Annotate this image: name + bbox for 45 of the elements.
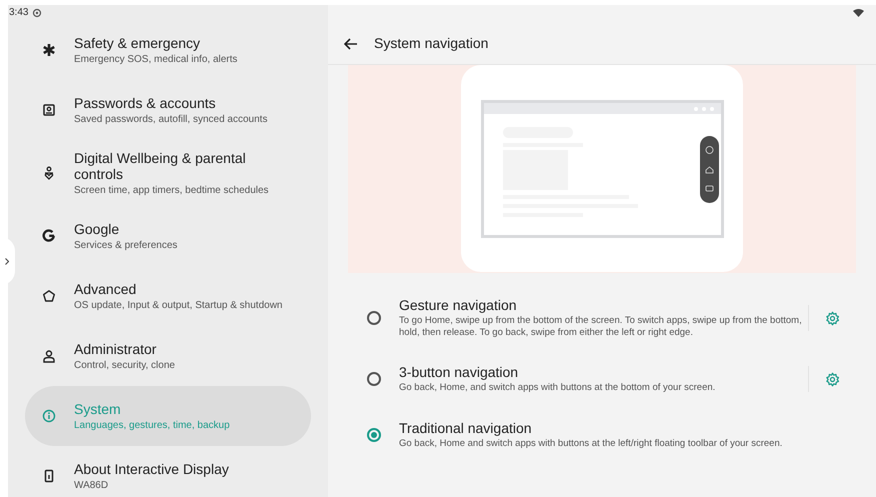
item-title: Administrator xyxy=(74,340,158,356)
option-description: Go back, Home and switch apps with buttons at the left/right floating toolbar of your screen. xyxy=(399,438,784,450)
g-letter-icon xyxy=(42,229,56,243)
wifi-icon xyxy=(853,9,864,17)
account-card-icon xyxy=(42,103,56,117)
item-title: Digital Wellbeing & parental controls xyxy=(74,150,247,182)
item-subtitle: WA86D xyxy=(74,478,110,492)
sidebar-item[interactable]: Advanced OS update, Input & output, Startup & shutdown xyxy=(25,266,311,326)
item-title: Safety & emergency xyxy=(74,34,202,50)
back-arrow-icon[interactable] xyxy=(344,38,358,50)
item-title: Google xyxy=(74,220,120,236)
option-title: Traditional navigation xyxy=(399,420,533,436)
item-subtitle: Emergency SOS, medical info, alerts xyxy=(74,52,238,66)
sidebar-item[interactable]: Digital Wellbeing & parental controls Screen time, app timers, bedtime schedules xyxy=(25,140,311,206)
item-subtitle: Services & preferences xyxy=(74,238,178,252)
item-subtitle: OS update, Input & output, Startup & shutdown xyxy=(74,298,284,312)
page-title: System navigation xyxy=(374,34,488,53)
radio-button[interactable] xyxy=(367,372,381,386)
item-subtitle: Control, security, clone xyxy=(74,358,176,372)
chevron-right-icon xyxy=(5,258,9,264)
item-title: System xyxy=(74,400,122,416)
radio-button[interactable] xyxy=(367,428,381,442)
item-subtitle: Languages, gestures, time, backup xyxy=(74,418,231,432)
status-time: 3:43 xyxy=(9,6,28,20)
settings-icon[interactable] xyxy=(825,310,840,326)
option-description: To go Home, swipe up from the bottom of the screen. To switch apps, swipe up from the bottom, hold, then release. To go back, swipe from either the left or right edge. xyxy=(399,315,803,339)
item-subtitle: Saved passwords, autofill, synced accounts xyxy=(74,112,268,126)
item-title: Advanced xyxy=(74,280,138,296)
item-subtitle: Screen time, app timers, bedtime schedules xyxy=(74,184,270,196)
sidebar-item[interactable]: Google Services & preferences xyxy=(25,206,311,266)
item-title: Passwords & accounts xyxy=(74,94,217,110)
radio-button[interactable] xyxy=(367,311,381,325)
sidebar-item[interactable]: Safety & emergency Emergency SOS, medical info, alerts xyxy=(25,20,311,80)
option-title: Gesture navigation xyxy=(399,297,518,313)
sidebar-item[interactable]: Administrator Control, security, clone xyxy=(25,326,311,386)
person-icon xyxy=(42,349,56,363)
sidebar-item[interactable]: About Interactive Display WA86D xyxy=(25,446,311,497)
info-icon xyxy=(42,409,56,423)
settings-icon[interactable] xyxy=(825,372,840,386)
sidebar-item[interactable]: Passwords & accounts Saved passwords, autofill, synced accounts xyxy=(25,80,311,140)
item-title: About Interactive Display xyxy=(74,460,230,476)
option-title: 3-button navigation xyxy=(399,364,520,380)
phone-icon xyxy=(42,469,56,483)
option-description: Go back, Home, and switch apps with buttons at the bottom of your screen. xyxy=(399,382,716,394)
asterisk-icon xyxy=(42,43,56,57)
